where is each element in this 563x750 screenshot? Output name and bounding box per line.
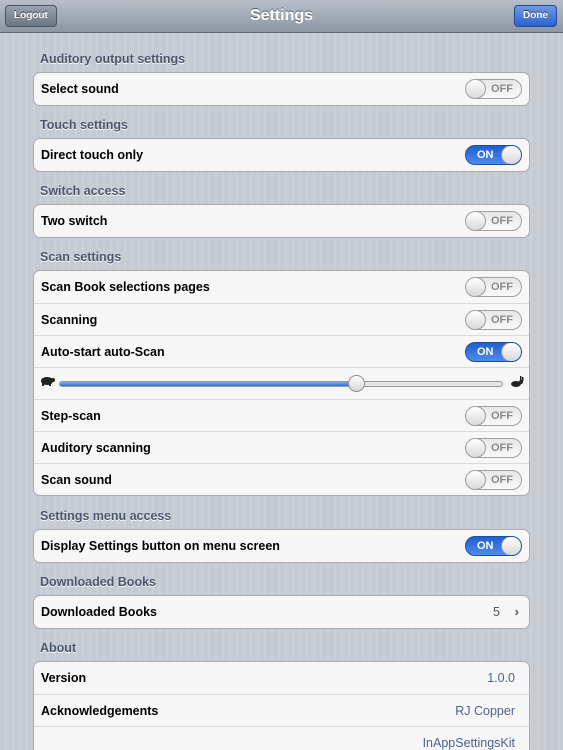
setting-row-step-scan: Step-scan OFF [34, 399, 529, 431]
switch-group: Two switch OFF [33, 204, 530, 238]
scan-speed-track[interactable] [59, 381, 503, 387]
setting-label: Scanning [41, 313, 98, 327]
setting-label: Scan Book selections pages [41, 280, 210, 294]
setting-label: Select sound [41, 82, 119, 96]
chevron-right-icon: › [514, 604, 519, 619]
setting-row-two-switch: Two switch OFF [34, 205, 529, 237]
turtle-icon [41, 377, 55, 386]
auto-scan-toggle[interactable]: ON [465, 342, 522, 362]
setting-row-auditory-scanning: Auditory scanning OFF [34, 431, 529, 463]
setting-label: Direct touch only [41, 148, 144, 162]
setting-label: Version [41, 671, 87, 685]
scan-book-toggle[interactable]: OFF [465, 277, 522, 297]
display-settings-button-toggle[interactable]: ON [465, 536, 522, 556]
section-header-menu-access: Settings menu access [40, 509, 172, 523]
navigation-bar: Logout Settings Done [0, 0, 563, 33]
auditory-scanning-toggle[interactable]: OFF [465, 438, 522, 458]
section-header-scan: Scan settings [40, 250, 122, 264]
select-sound-toggle[interactable]: OFF [465, 79, 522, 99]
setting-row-scanning: Scanning OFF [34, 303, 529, 335]
acknowledgements-value: RJ Copper [455, 704, 515, 718]
scan-speed-thumb[interactable] [348, 375, 366, 392]
section-header-books: Downloaded Books [40, 575, 156, 589]
setting-label: Step-scan [41, 409, 101, 423]
setting-label: Display Settings button on menu screen [41, 539, 280, 553]
downloaded-books-row[interactable]: Downloaded Books 5 › [34, 596, 529, 628]
section-header-about: About [40, 641, 77, 655]
setting-label: Auditory scanning [41, 441, 151, 455]
setting-row-auto-scan: Auto-start auto-Scan ON [34, 335, 529, 367]
menu-access-group: Display Settings button on menu screen O… [33, 529, 530, 563]
auditory-group: Select sound OFF [33, 72, 530, 106]
done-button[interactable]: Done [514, 5, 557, 27]
credits-row: InAppSettingsKit [34, 726, 529, 750]
section-header-auditory: Auditory output settings [40, 52, 186, 66]
section-header-touch: Touch settings [40, 118, 128, 132]
setting-label: Downloaded Books [41, 605, 157, 619]
scanning-toggle[interactable]: OFF [465, 310, 522, 330]
setting-label: Auto-start auto-Scan [41, 345, 165, 359]
setting-row-direct-touch: Direct touch only ON [34, 139, 529, 171]
setting-row-display-settings-button: Display Settings button on menu screen O… [34, 530, 529, 562]
setting-label: Scan sound [41, 473, 112, 487]
setting-label: Acknowledgements [41, 704, 159, 718]
two-switch-toggle[interactable]: OFF [465, 211, 522, 231]
books-count: 5 [493, 605, 500, 619]
scan-group: Scan Book selections pages OFF Scanning … [33, 270, 530, 496]
version-row: Version 1.0.0 [34, 662, 529, 694]
scan-sound-toggle[interactable]: OFF [465, 470, 522, 490]
scan-speed-slider-row [34, 367, 529, 399]
setting-row-scan-sound: Scan sound OFF [34, 463, 529, 495]
acknowledgements-row[interactable]: Acknowledgements RJ Copper [34, 694, 529, 726]
section-header-switch: Switch access [40, 184, 126, 198]
books-group: Downloaded Books 5 › [33, 595, 530, 629]
rabbit-icon [511, 376, 524, 387]
setting-row-scan-book: Scan Book selections pages OFF [34, 271, 529, 303]
credits-value: InAppSettingsKit [422, 736, 515, 750]
scan-speed-fill [60, 382, 358, 386]
page-title: Settings [249, 7, 314, 24]
touch-group: Direct touch only ON [33, 138, 530, 172]
version-value: 1.0.0 [487, 671, 515, 685]
setting-label: Two switch [41, 214, 108, 228]
direct-touch-toggle[interactable]: ON [465, 145, 522, 165]
about-group: Version 1.0.0 Acknowledgements RJ Copper… [33, 661, 530, 750]
step-scan-toggle[interactable]: OFF [465, 406, 522, 426]
setting-row-select-sound: Select sound OFF [34, 73, 529, 105]
